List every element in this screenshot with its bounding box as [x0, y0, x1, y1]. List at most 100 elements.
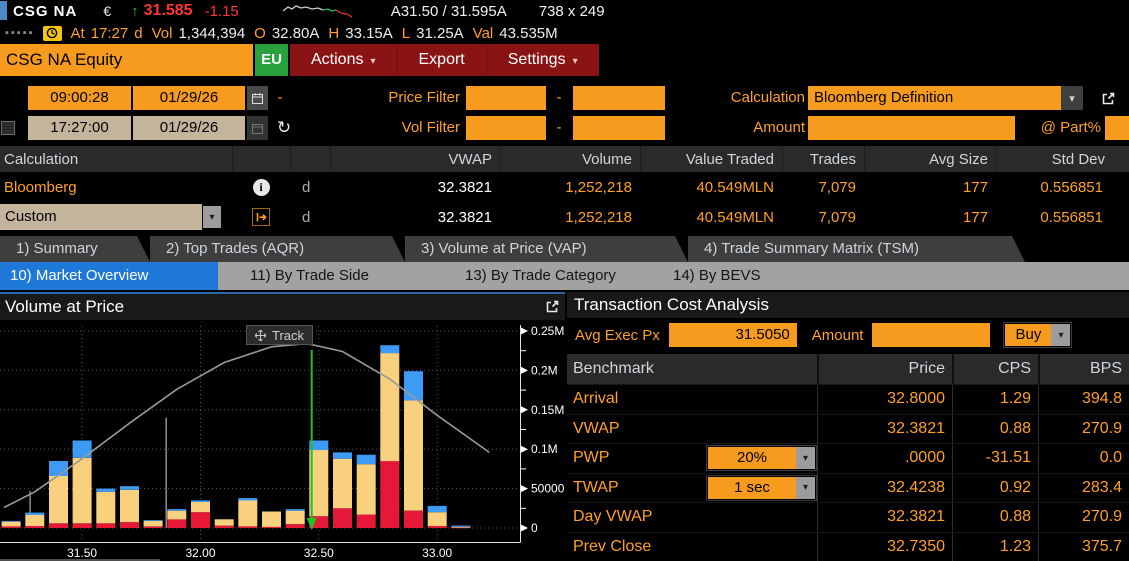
- session-flag: d: [290, 209, 330, 226]
- high-value: 33.15A: [345, 25, 393, 42]
- vap-bar-segment: [238, 500, 257, 526]
- export-row-icon[interactable]: [252, 208, 270, 226]
- actions-menu[interactable]: Actions▾: [290, 44, 397, 76]
- delayed-clock-icon[interactable]: [43, 26, 62, 41]
- vap-bar-segment: [73, 523, 92, 528]
- benchmark-name: Arrival: [567, 390, 702, 408]
- benchmark-param-value[interactable]: 1 sec: [708, 477, 796, 499]
- volume-at-price-chart[interactable]: 0.25M0.2M0.15M0.1M50000031.5032.0032.503…: [0, 320, 565, 561]
- side-dropdown-button[interactable]: [1051, 324, 1070, 346]
- vol-filter-from-input[interactable]: [466, 116, 546, 140]
- cell-avg_size: 177: [864, 179, 996, 196]
- bloomberg-terminal-window: CSG NA € ↑ 31.585 -1.15 A31.50 / 31.595A…: [0, 0, 1129, 561]
- custom-calc-dropdown[interactable]: Custom: [0, 204, 202, 230]
- tab-10-market-overview[interactable]: 10) Market Overview: [0, 262, 218, 290]
- calculation-dropdown-button[interactable]: [1061, 86, 1083, 110]
- currency-label: €: [103, 3, 111, 19]
- y-tick-label: 50000: [531, 482, 565, 496]
- y-tick-label: 0: [531, 521, 538, 535]
- vap-bar-segment: [215, 526, 234, 528]
- settings-menu[interactable]: Settings▾: [486, 44, 599, 76]
- tab-1-summary[interactable]: 1) Summary: [0, 236, 150, 262]
- popout-icon[interactable]: [1098, 88, 1118, 108]
- delayed-flag: d: [134, 25, 142, 42]
- volume-at-price-panel: Volume at Price 0.25M0.2M0.15M0.1M500000…: [0, 292, 565, 561]
- security-input[interactable]: CSG NA Equity: [0, 44, 253, 76]
- part-input[interactable]: [1105, 116, 1129, 140]
- vap-bar-segment: [96, 489, 115, 492]
- vap-bar-segment: [2, 522, 21, 527]
- checkbox[interactable]: [1, 121, 15, 135]
- avg-exec-label: Avg Exec Px: [575, 327, 660, 344]
- x-tick-label: 33.00: [422, 546, 452, 560]
- tca-amount-input[interactable]: [872, 323, 990, 347]
- header-calculation: Calculation: [0, 146, 232, 172]
- header-price: Price: [817, 354, 952, 384]
- red-menu: Actions▾ Export Settings▾: [290, 44, 599, 76]
- benchmark-name: Day VWAP: [567, 508, 702, 526]
- benchmark-cps: 1.29: [952, 385, 1038, 414]
- y-tick-arrow: [521, 485, 528, 492]
- header-cps: CPS: [952, 354, 1038, 384]
- vap-bar-segment: [262, 512, 281, 527]
- price-filter-to-input[interactable]: [573, 86, 665, 110]
- window-grip[interactable]: [0, 1, 7, 20]
- track-button[interactable]: Track: [246, 325, 313, 345]
- vap-bar-segment: [380, 461, 399, 528]
- info-icon[interactable]: [253, 179, 270, 196]
- header-vwap: VWAP: [330, 146, 500, 172]
- benchmark-price: 32.7350: [817, 533, 952, 561]
- vap-title: Volume at Price: [5, 297, 124, 316]
- vap-bar-segment: [238, 498, 257, 500]
- end-date-input[interactable]: 01/29/26: [133, 116, 245, 140]
- vap-bar-segment: [167, 511, 186, 520]
- start-date-input[interactable]: 01/29/26: [133, 86, 245, 110]
- tab-11-by-trade-side[interactable]: 11) By Trade Side: [240, 262, 379, 290]
- open-value: 32.80A: [272, 25, 320, 42]
- end-time-input[interactable]: 17:27:00: [28, 116, 131, 140]
- chevron-down-icon: ▾: [370, 56, 375, 67]
- vap-bar-segment: [333, 508, 352, 528]
- tab-2-top-trades-aqr-[interactable]: 2) Top Trades (AQR): [150, 236, 405, 262]
- vap-bar-segment: [451, 527, 470, 528]
- benchmark-row: PWP20%.0000-31.510.0: [567, 443, 1129, 473]
- side-value[interactable]: Buy: [1005, 324, 1051, 346]
- cell-std_dev: 0.556851: [996, 179, 1129, 196]
- vap-bar-segment: [333, 452, 352, 458]
- popout-icon[interactable]: [542, 296, 562, 316]
- calc-name-cell: Bloomberg: [0, 179, 232, 196]
- tab-4-trade-summary-matrix-tsm-[interactable]: 4) Trade Summary Matrix (TSM): [688, 236, 1025, 262]
- vap-bar-segment: [2, 526, 21, 528]
- cell-trades: 7,079: [782, 209, 864, 226]
- calc-table-row: Bloombergd32.38211,252,21840.549MLN7,079…: [0, 172, 1129, 202]
- export-menu[interactable]: Export: [397, 44, 486, 76]
- tab-14-by-bevs[interactable]: 14) By BEVS: [663, 262, 771, 290]
- chevron-down-icon[interactable]: [202, 204, 222, 230]
- x-tick-label: 32.00: [185, 546, 215, 560]
- tab-13-by-trade-category[interactable]: 13) By Trade Category: [455, 262, 626, 290]
- refresh-icon[interactable]: [272, 116, 296, 140]
- vap-bar-segment: [357, 515, 376, 528]
- amount-input[interactable]: [808, 116, 1015, 140]
- vol-filter-to-input[interactable]: [573, 116, 665, 140]
- benchmark-row: Arrival32.80001.29394.8: [567, 384, 1129, 414]
- session-flag: d: [290, 179, 330, 196]
- avg-exec-input[interactable]: 31.5050: [669, 323, 797, 347]
- cell-value_traded: 40.549MLN: [640, 209, 782, 226]
- vap-bar-segment: [428, 506, 447, 512]
- calendar-icon[interactable]: [247, 86, 268, 110]
- start-time-input[interactable]: 09:00:28: [28, 86, 131, 110]
- chevron-down-icon[interactable]: [796, 447, 815, 469]
- price-filter-from-input[interactable]: [466, 86, 546, 110]
- calculation-select[interactable]: Bloomberg Definition: [808, 86, 1061, 110]
- y-tick-label: 0.1M: [531, 442, 558, 456]
- chevron-down-icon[interactable]: [796, 477, 815, 499]
- side-select: Buy: [1003, 322, 1072, 348]
- tab-3-volume-at-price-vap-[interactable]: 3) Volume at Price (VAP): [405, 236, 688, 262]
- vap-bar-segment: [286, 509, 305, 511]
- vap-bar-segment: [120, 490, 139, 522]
- vap-bar-segment: [191, 512, 210, 528]
- benchmark-param-value[interactable]: 20%: [708, 447, 796, 469]
- vap-bar-segment: [451, 526, 470, 527]
- price-change: -1.15: [205, 3, 239, 20]
